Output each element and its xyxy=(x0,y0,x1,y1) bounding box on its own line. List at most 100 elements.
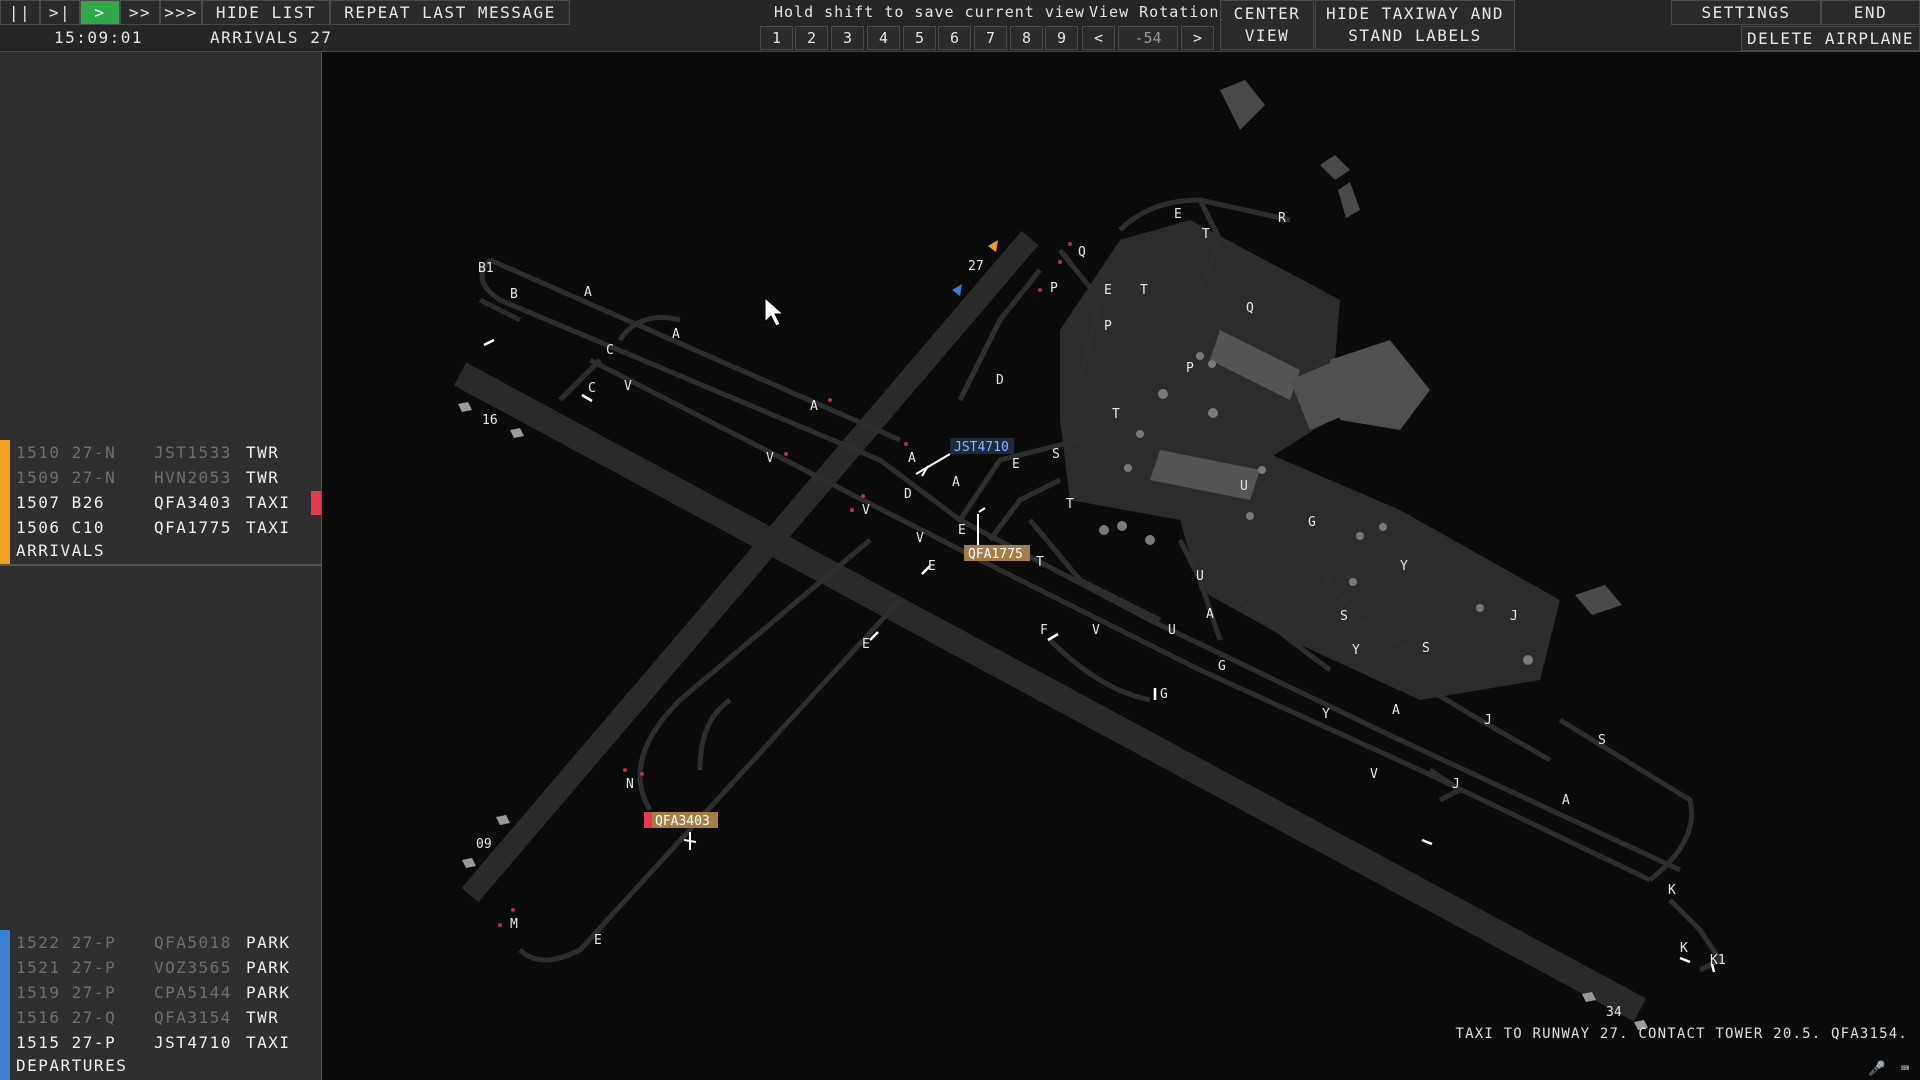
arrivals-label: ARRIVALS xyxy=(16,541,106,560)
strip-status: TAXI xyxy=(246,1032,291,1052)
repeat-last-message-button[interactable]: REPEAT LAST MESSAGE xyxy=(330,0,570,25)
view-slot-6-button[interactable]: 6 xyxy=(938,26,971,50)
taxiway-label: V xyxy=(766,451,774,466)
taxiway-label: E xyxy=(1174,207,1182,222)
strip-alert-marker xyxy=(311,491,321,515)
save-view-hint: Hold shift to save current view xyxy=(774,3,1085,21)
taxiway-label: A xyxy=(584,285,592,300)
taxiway-label: V xyxy=(624,379,632,394)
taxiway-label: A xyxy=(908,451,916,466)
step-button[interactable]: >| xyxy=(40,0,80,25)
taxiway-label: F xyxy=(1040,623,1048,638)
departures-group: 1522 27-P QFA5018 PARK 1521 27-P VOZ3565… xyxy=(0,930,322,1080)
delete-airplane-button[interactable]: DELETE AIRPLANE xyxy=(1741,26,1920,51)
taxiway-label: N xyxy=(626,777,634,792)
taxiway-label: U xyxy=(1240,479,1248,494)
rotate-left-button[interactable]: < xyxy=(1082,26,1115,50)
taxiway-label: S xyxy=(1422,641,1430,656)
taxiway-label: D xyxy=(996,373,1004,388)
play-speed-3-button[interactable]: >>> xyxy=(160,0,202,25)
strip-time-position: 1519 27-P xyxy=(16,982,117,1002)
play-speed-2-button[interactable]: >> xyxy=(120,0,160,25)
strip-callsign: QFA5018 xyxy=(154,932,232,952)
airport-map[interactable]: B1 B A A C C V A V V V E E N M E Q P E T… xyxy=(322,52,1920,1080)
taxiway-label: P xyxy=(1050,281,1058,296)
flight-strip[interactable]: 1509 27-N HVN2053 TWR xyxy=(16,465,316,489)
taxiway-label: T xyxy=(1066,497,1074,512)
rotation-value: -54 xyxy=(1118,26,1178,50)
taxiway-label: S xyxy=(1340,609,1348,624)
flight-strip-panel: 1510 27-N JST1533 TWR 1509 27-N HVN2053 … xyxy=(0,52,322,1080)
strip-time-position: 1506 C10 xyxy=(16,517,106,537)
flight-strip[interactable]: 1519 27-P CPA5144 PARK xyxy=(16,980,316,1004)
hide-list-button[interactable]: HIDE LIST xyxy=(202,0,330,25)
view-slot-5-button[interactable]: 5 xyxy=(903,26,936,50)
taxiway-label: A xyxy=(810,399,818,414)
bottom-tray: 🎤 ⌨ xyxy=(1866,1060,1916,1078)
taxiway-label: T xyxy=(1036,555,1044,570)
aircraft-tag-qfa3403[interactable]: QFA3403 xyxy=(644,812,718,829)
taxiway-label: G xyxy=(1160,687,1168,702)
center-view-button[interactable]: CENTER VIEW xyxy=(1220,0,1314,50)
remote-building xyxy=(1220,80,1265,130)
arrivals-group: 1510 27-N JST1533 TWR 1509 27-N HVN2053 … xyxy=(0,440,322,564)
aircraft-tag-jst4710[interactable]: JST4710 xyxy=(950,438,1014,455)
taxiway-label: K1 xyxy=(1710,953,1726,968)
play-speed-1-button[interactable]: > xyxy=(80,0,120,25)
runway-09-27 xyxy=(461,230,1039,903)
taxiway-label: E xyxy=(594,933,602,948)
settings-button[interactable]: SETTINGS xyxy=(1671,0,1821,25)
taxiway-label: T xyxy=(1202,227,1210,242)
pause-button[interactable]: || xyxy=(0,0,40,25)
flight-strip[interactable]: 1506 C10 QFA1775 TAXI xyxy=(16,515,316,539)
taxiway-label: Y xyxy=(1322,707,1330,722)
keyboard-icon[interactable]: ⌨ xyxy=(1894,1060,1916,1078)
taxiway-label: P xyxy=(1104,319,1112,334)
flight-strip[interactable]: 1510 27-N JST1533 TWR xyxy=(16,440,316,464)
view-slot-1-button[interactable]: 1 xyxy=(760,26,793,50)
strip-callsign: QFA3403 xyxy=(154,492,232,512)
view-slot-4-button[interactable]: 4 xyxy=(867,26,900,50)
taxiway-label: P xyxy=(1186,361,1194,376)
hide-taxiway-stand-labels-button[interactable]: HIDE TAXIWAY AND STAND LABELS xyxy=(1315,0,1515,50)
strip-status: TAXI xyxy=(246,517,291,537)
taxiway-label: J xyxy=(1452,777,1460,792)
taxiway-label: J xyxy=(1484,713,1492,728)
strip-callsign: JST4710 xyxy=(154,1032,232,1052)
taxiway-label: D xyxy=(904,487,912,502)
flight-strip[interactable]: 1521 27-P VOZ3565 PARK xyxy=(16,955,316,979)
taxiway-label: A xyxy=(952,475,960,490)
flight-strip[interactable]: 1522 27-P QFA5018 PARK xyxy=(16,930,316,954)
taxiway-label: B1 xyxy=(478,261,494,276)
view-rotation-label: View Rotation xyxy=(1089,3,1220,21)
sim-clock: 15:09:01 xyxy=(54,28,144,47)
aircraft-tag-qfa1775[interactable]: QFA1775 xyxy=(964,545,1030,562)
strip-callsign: HVN2053 xyxy=(154,467,232,487)
view-slot-9-button[interactable]: 9 xyxy=(1045,26,1078,50)
runway-end-label: 16 xyxy=(482,413,498,428)
mouse-cursor-icon xyxy=(764,296,785,327)
arrivals-runway-indicator: ARRIVALS 27 xyxy=(210,28,333,47)
rotate-right-button[interactable]: > xyxy=(1181,26,1214,50)
strip-status: TAXI xyxy=(246,492,291,512)
taxiway-label: E xyxy=(862,637,870,652)
flight-strip[interactable]: 1507 B26 QFA3403 TAXI xyxy=(16,490,316,514)
atc-status-message: TAXI TO RUNWAY 27. CONTACT TOWER 20.5. Q… xyxy=(1455,1026,1908,1042)
flight-strip[interactable]: 1515 27-P JST4710 TAXI xyxy=(16,1030,316,1054)
center-view-line1: CENTER xyxy=(1233,4,1301,23)
flight-strip[interactable]: 1516 27-Q QFA3154 TWR xyxy=(16,1005,316,1029)
runway-end-label: 34 xyxy=(1606,1005,1622,1020)
view-slot-2-button[interactable]: 2 xyxy=(795,26,828,50)
view-slot-7-button[interactable]: 7 xyxy=(974,26,1007,50)
view-slot-8-button[interactable]: 8 xyxy=(1010,26,1043,50)
strip-status: TWR xyxy=(246,1007,280,1027)
strip-time-position: 1516 27-Q xyxy=(16,1007,117,1027)
taxiway-label: V xyxy=(916,531,924,546)
taxiway-label: S xyxy=(1598,733,1606,748)
view-slot-3-button[interactable]: 3 xyxy=(831,26,864,50)
microphone-icon[interactable]: 🎤 xyxy=(1866,1060,1888,1078)
taxiway-label: G xyxy=(1308,515,1316,530)
end-button[interactable]: END xyxy=(1821,0,1920,25)
airport-map-canvas[interactable]: B1 B A A C C V A V V V E E N M E Q P E T… xyxy=(322,52,1920,1080)
strip-callsign: QFA3154 xyxy=(154,1007,232,1027)
